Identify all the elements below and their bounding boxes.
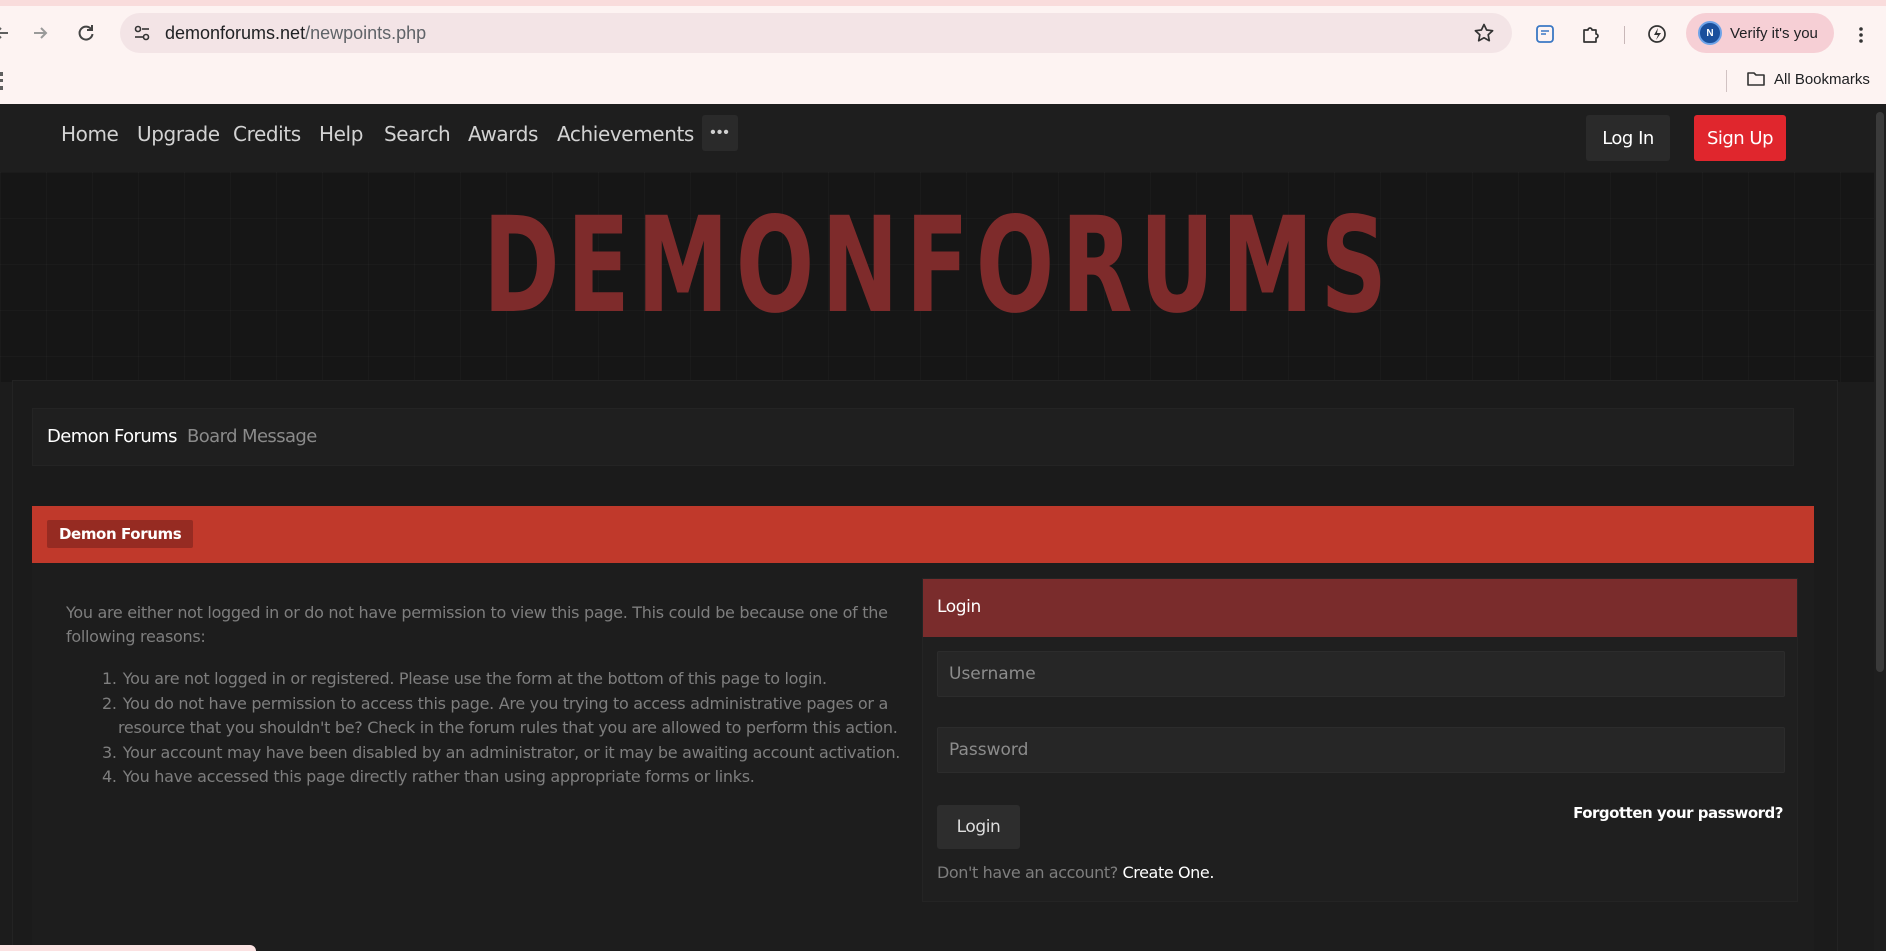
- bookmarks-bar: All Bookmarks: [0, 60, 1886, 104]
- login-title: Login: [937, 597, 981, 617]
- browser-chrome: demonforums.net/newpoints.php N Verify i…: [0, 0, 1886, 104]
- bookmarks-divider: [1726, 70, 1727, 92]
- error-reasons-list: 1. You are not logged in or registered. …: [102, 667, 932, 790]
- password-input[interactable]: [937, 727, 1785, 773]
- back-arrow-icon[interactable]: [0, 17, 18, 49]
- url-text: demonforums.net/newpoints.php: [165, 23, 427, 43]
- no-permission-area: You are either not logged in or do not h…: [32, 563, 1814, 951]
- register-prompt: Don't have an account? Create One.: [937, 863, 1214, 882]
- header-login-button[interactable]: Log In: [1586, 115, 1670, 161]
- download-shelf-edge: [0, 945, 256, 951]
- page-scrollbar[interactable]: [1874, 104, 1886, 951]
- breadcrumb-current: Board Message: [187, 426, 317, 447]
- toolbar-divider: [1624, 26, 1625, 44]
- error-intro-text: You are either not logged in or do not h…: [66, 603, 888, 646]
- scrollbar-thumb[interactable]: [1876, 112, 1884, 672]
- breadcrumb: Demon Forums Board Message: [32, 408, 1794, 466]
- performance-icon[interactable]: [1644, 21, 1670, 47]
- list-item: 2. You do not have permission to access …: [102, 693, 898, 738]
- site-header: Home Upgrade Credits Help Search Awards …: [0, 104, 1886, 172]
- site-info-icon[interactable]: [132, 23, 152, 43]
- nav-home[interactable]: Home: [61, 122, 119, 146]
- apps-grid-icon[interactable]: [0, 72, 4, 90]
- section-header: Demon Forums: [32, 506, 1814, 563]
- list-item: 1. You are not logged in or registered. …: [102, 669, 827, 688]
- nav-search[interactable]: Search: [384, 122, 451, 146]
- nav-achievements[interactable]: Achievements: [557, 122, 694, 146]
- username-input[interactable]: [937, 651, 1785, 697]
- reload-icon[interactable]: [70, 17, 102, 49]
- bookmark-star-icon[interactable]: [1472, 21, 1496, 45]
- nav-awards[interactable]: Awards: [468, 122, 538, 146]
- puzzle-extensions-icon[interactable]: [1578, 21, 1604, 47]
- list-item: 3. Your account may have been disabled b…: [102, 742, 901, 762]
- list-item: 4. You have accessed this page directly …: [102, 767, 755, 786]
- login-button[interactable]: Login: [937, 805, 1020, 849]
- browser-toolbar: demonforums.net/newpoints.php N Verify i…: [0, 6, 1886, 60]
- section-title-badge: Demon Forums: [47, 520, 194, 548]
- forgot-password-link[interactable]: Forgotten your password?: [1573, 804, 1783, 822]
- all-bookmarks-label: All Bookmarks: [1774, 70, 1870, 88]
- breadcrumb-root-link[interactable]: Demon Forums: [47, 426, 177, 447]
- create-account-link[interactable]: Create One.: [1123, 863, 1215, 882]
- login-form: Login Login Forgotten your password? Don…: [922, 578, 1798, 902]
- no-account-text: Don't have an account?: [937, 863, 1118, 882]
- forward-arrow-icon[interactable]: [24, 17, 56, 49]
- header-signup-button[interactable]: Sign Up: [1694, 115, 1786, 161]
- all-bookmarks-button[interactable]: All Bookmarks: [1746, 70, 1870, 88]
- nav-upgrade[interactable]: Upgrade: [137, 122, 220, 146]
- nav-more-button[interactable]: •••: [702, 115, 738, 151]
- avatar: N: [1698, 21, 1722, 45]
- site-page: Home Upgrade Credits Help Search Awards …: [0, 104, 1886, 951]
- profile-verify-chip[interactable]: N Verify it's you: [1686, 13, 1834, 53]
- verify-label: Verify it's you: [1730, 24, 1818, 42]
- login-header: Login: [923, 579, 1797, 637]
- forum-banner: DEMONFORUMS: [0, 172, 1886, 382]
- more-options-icon[interactable]: [1852, 26, 1870, 44]
- nav-help[interactable]: Help: [319, 122, 363, 146]
- site-logo[interactable]: DEMONFORUMS: [278, 200, 1598, 332]
- address-bar[interactable]: demonforums.net/newpoints.php: [120, 13, 1512, 53]
- folder-icon: [1747, 72, 1765, 86]
- extension-icon[interactable]: [1532, 21, 1558, 47]
- nav-credits[interactable]: Credits: [233, 122, 301, 146]
